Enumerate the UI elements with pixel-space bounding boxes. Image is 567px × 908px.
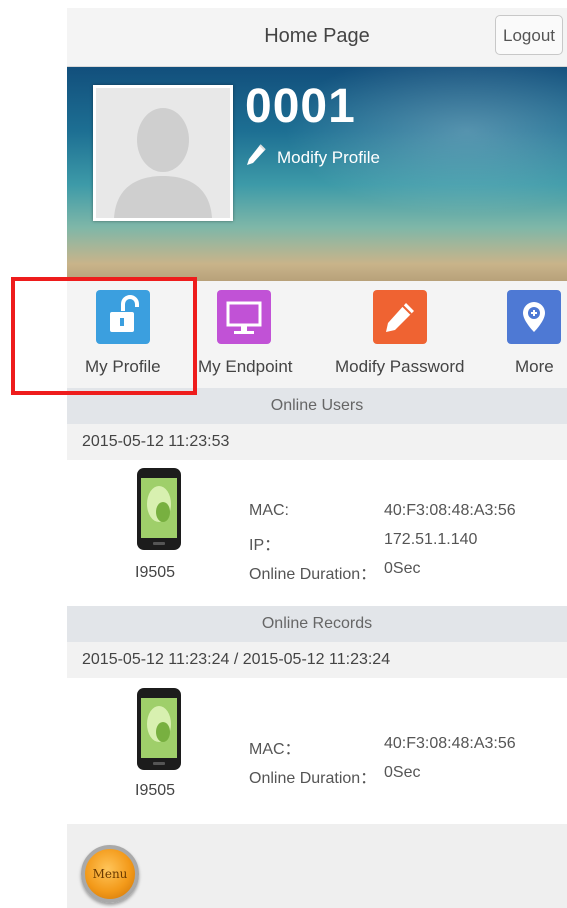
footer-bar: Menu [67, 824, 567, 908]
app-window: Home Page Logout 0001 Modify Profile My … [67, 8, 567, 908]
pencil-icon [245, 143, 267, 172]
quick-action-more[interactable]: More [497, 281, 567, 391]
mac-label: MAC： [249, 741, 301, 758]
logout-button[interactable]: Logout [495, 15, 563, 55]
smartphone-icon [137, 688, 181, 770]
online-duration-label: Online Duration： [249, 770, 377, 787]
online-records-timestamp: 2015-05-12 11:23:24 / 2015-05-12 11:23:2… [67, 642, 567, 678]
online-records-header: Online Records [67, 606, 567, 642]
quick-action-label: My Endpoint [198, 357, 293, 376]
user-id: 0001 [245, 80, 356, 133]
page-title: Home Page [264, 25, 370, 47]
highlight-box [11, 277, 197, 395]
online-users-timestamp: 2015-05-12 11:23:53 [67, 424, 567, 460]
profile-banner: 0001 Modify Profile [67, 67, 567, 281]
quick-action-label: Modify Password [335, 357, 465, 376]
top-bar: Home Page Logout [67, 8, 567, 67]
modify-profile-label: Modify Profile [277, 147, 380, 167]
mac-value: 40:F3:08:48:A3:56 [384, 502, 516, 519]
mac-value: 40:F3:08:48:A3:56 [384, 735, 516, 752]
quick-action-my-endpoint[interactable]: My Endpoint [197, 281, 297, 391]
ip-value: 172.51.1.140 [384, 531, 478, 548]
online-duration-value: 0Sec [384, 764, 421, 781]
location-pin-icon [507, 290, 561, 344]
quick-action-modify-password[interactable]: Modify Password [332, 281, 472, 391]
monitor-icon [217, 290, 271, 344]
quick-action-label: More [515, 357, 554, 376]
smartphone-icon [137, 468, 181, 550]
mac-label: MAC: [249, 502, 289, 519]
pencil-icon [373, 290, 427, 344]
person-silhouette-icon [96, 88, 230, 218]
modify-profile-link[interactable]: Modify Profile [245, 143, 380, 172]
avatar[interactable] [93, 85, 233, 221]
device-model: I9505 [135, 564, 176, 581]
online-duration-value: 0Sec [384, 560, 421, 577]
ip-label: IP： [249, 537, 281, 554]
device-model: I9505 [135, 782, 176, 799]
online-user-device[interactable]: I9505 MAC: 40:F3:08:48:A3:56 IP： 172.51.… [67, 460, 567, 606]
online-duration-label: Online Duration： [249, 566, 377, 583]
menu-button[interactable]: Menu [81, 845, 139, 903]
online-record-device[interactable]: I9505 MAC： 40:F3:08:48:A3:56 Online Dura… [67, 678, 567, 824]
